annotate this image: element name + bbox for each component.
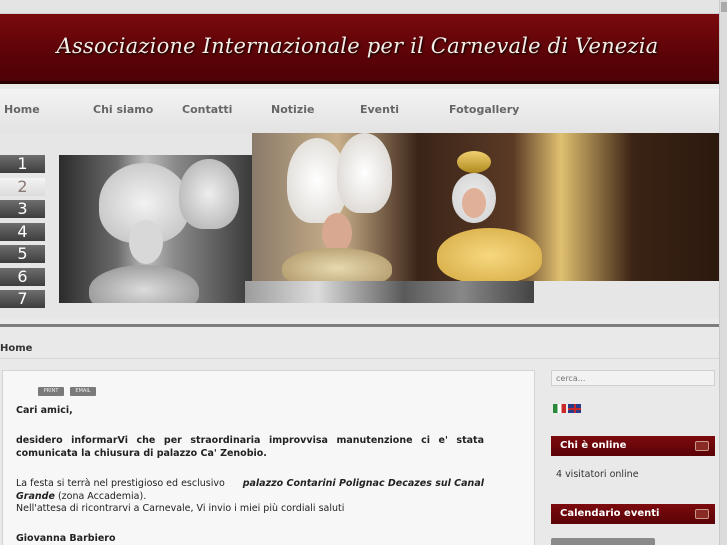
- scrollbar[interactable]: [719, 0, 727, 545]
- scrollbar-thumb[interactable]: [721, 2, 727, 12]
- module-title-online-label: Chi è online: [560, 440, 627, 451]
- nav-item-contatti[interactable]: Contatti: [182, 103, 232, 116]
- header-banner: Associazione Internazionale per il Carne…: [0, 14, 727, 84]
- site-title: Associazione Internazionale per il Carne…: [56, 34, 659, 58]
- english-flag-icon[interactable]: [568, 404, 581, 413]
- slide-tab-7[interactable]: 7: [0, 290, 45, 308]
- nav-item-notizie[interactable]: Notizie: [271, 103, 314, 116]
- article-greeting: Cari amici,: [16, 405, 73, 416]
- slide-tab-5[interactable]: 5: [0, 245, 45, 263]
- module-title-online: Chi è online: [551, 436, 715, 456]
- nav-item-fotogallery[interactable]: Fotogallery: [449, 103, 519, 116]
- nav-item-chi-siamo[interactable]: Chi siamo: [93, 103, 153, 116]
- module-title-calendar: Calendario eventi: [551, 504, 715, 524]
- calendar-widget[interactable]: [551, 538, 655, 545]
- slide-tab-3[interactable]: 3: [0, 200, 45, 218]
- article-p2-venue: palazzo Contarini Polignac Decazes sul C…: [242, 478, 484, 489]
- article-p2-line1: La festa si terrà nel prestigioso ed esc…: [16, 477, 484, 490]
- page: Associazione Internazionale per il Carne…: [0, 0, 727, 545]
- italian-flag-icon[interactable]: [553, 404, 566, 413]
- main-nav: Home Chi siamo Contatti Notizie Eventi F…: [0, 89, 727, 133]
- slide-photo-strip: [245, 281, 534, 303]
- article-p1-line2: comunicata la chiusura di palazzo Ca' Ze…: [16, 448, 267, 459]
- slide-tabs: 1 2 3 4 5 6 7: [0, 155, 45, 313]
- module-title-calendar-label: Calendario eventi: [560, 508, 660, 519]
- search-input[interactable]: [551, 370, 715, 386]
- image-slider: 1 2 3 4 5 6 7: [0, 133, 727, 318]
- print-button[interactable]: PRINT: [38, 387, 64, 396]
- article-p2-suffix: (zona Accademia).: [57, 491, 147, 502]
- top-strip: [0, 0, 727, 14]
- online-count: 4 visitatori online: [556, 469, 639, 480]
- slide-photo-bw: [59, 155, 252, 303]
- nav-item-eventi[interactable]: Eventi: [360, 103, 399, 116]
- breadcrumb[interactable]: Home: [0, 343, 32, 354]
- article-p2-prefix: La festa si terrà nel prestigioso ed esc…: [16, 478, 225, 489]
- breadcrumb-line: [0, 358, 727, 359]
- slide-tab-4[interactable]: 4: [0, 222, 45, 241]
- slide-tab-1[interactable]: 1: [0, 155, 45, 173]
- article-p2-venue-end: Grande: [16, 491, 55, 502]
- nav-item-home[interactable]: Home: [4, 103, 40, 116]
- divider: [0, 324, 727, 327]
- email-button[interactable]: EMAIL: [70, 387, 96, 396]
- article-p3: Nell'attesa di ricontrarvi a Carnevale, …: [16, 503, 345, 514]
- article-p1-line1: desidero informarVi che per straordinari…: [16, 435, 484, 446]
- module-icon: [695, 441, 709, 451]
- slide-photo-color: [252, 133, 727, 281]
- slide-tab-2[interactable]: 2: [0, 177, 45, 196]
- article: PRINT EMAIL Cari amici, desidero informa…: [2, 370, 535, 545]
- module-icon: [695, 509, 709, 519]
- slide-tab-6[interactable]: 6: [0, 267, 45, 286]
- article-signature: Giovanna Barbiero: [16, 533, 116, 544]
